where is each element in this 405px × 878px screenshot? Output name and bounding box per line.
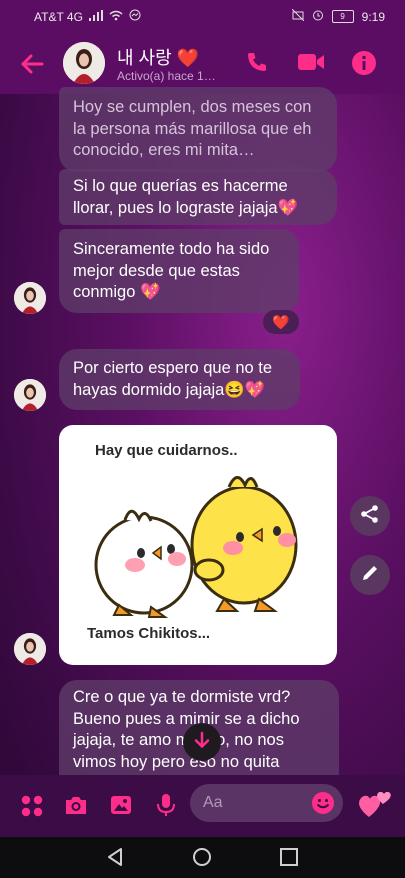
message-text: Hoy se cumplen, dos meses con la persona… (73, 98, 312, 159)
wifi-icon (109, 10, 123, 24)
message-text: Por cierto espero que no te hayas dormid… (73, 359, 273, 399)
sticker-footer: Tamos Chikitos... (87, 625, 211, 642)
carrier-label: AT&T 4G (34, 9, 83, 24)
message-composer: Aa (0, 775, 405, 837)
message-bubble[interactable]: Sinceramente todo ha sido mejor desde qu… (59, 229, 299, 313)
gallery-icon[interactable] (109, 793, 133, 822)
message-bubble[interactable]: Hoy se cumplen, dos meses con la persona… (59, 87, 337, 172)
share-button[interactable] (350, 496, 390, 536)
mute-icon (291, 8, 304, 24)
emoji-icon[interactable] (311, 791, 335, 820)
phone-icon[interactable] (245, 50, 269, 79)
reaction-badge[interactable]: ❤️ (263, 310, 299, 334)
avatar[interactable] (63, 42, 105, 84)
avatar[interactable] (14, 633, 46, 665)
signal-icon (88, 9, 103, 24)
back-arrow-icon[interactable] (18, 50, 46, 78)
chat-header: 내 사랑 ❤️ Activo(a) hace 1… (0, 32, 405, 94)
message-bubble[interactable]: Si lo que querías es hacerme llorar, pue… (59, 169, 337, 225)
clock: 9:19 (361, 9, 385, 24)
arrow-down-icon (193, 731, 211, 754)
status-bar: AT&T 4G 9 9:19 (0, 0, 405, 32)
share-icon (360, 504, 380, 529)
message-input[interactable]: Aa (190, 784, 343, 822)
battery-icon: 9 (331, 10, 354, 23)
contact-name[interactable]: 내 사랑 ❤️ (117, 44, 199, 70)
home-nav-icon[interactable] (192, 847, 212, 872)
microphone-icon[interactable] (155, 792, 177, 823)
avatar[interactable] (14, 282, 46, 314)
video-call-icon[interactable] (297, 50, 325, 79)
hearts-icon[interactable] (357, 787, 393, 824)
edit-icon (360, 563, 380, 588)
message-bubble[interactable]: Por cierto espero que no te hayas dormid… (59, 349, 300, 410)
avatar[interactable] (14, 379, 46, 411)
back-nav-icon[interactable] (105, 847, 125, 872)
alarm-icon (312, 9, 324, 24)
message-text: Si lo que querías es hacerme llorar, pue… (73, 177, 299, 217)
recents-nav-icon[interactable] (279, 847, 299, 872)
message-text: Sinceramente todo ha sido mejor desde qu… (73, 240, 270, 301)
apps-icon[interactable] (20, 794, 44, 823)
messenger-notification-icon (129, 9, 141, 24)
info-icon[interactable] (351, 50, 377, 81)
scroll-to-bottom-button[interactable] (183, 723, 221, 761)
sticker-image[interactable]: Hay que cuidarnos.. Tamos Chikitos... (59, 425, 337, 665)
camera-icon[interactable] (63, 793, 89, 822)
system-navigation-bar (0, 837, 405, 878)
battery-level: 9 (340, 12, 345, 21)
active-status: Activo(a) hace 1… (117, 69, 216, 83)
message-input-placeholder: Aa (203, 794, 223, 811)
edit-button[interactable] (350, 555, 390, 595)
